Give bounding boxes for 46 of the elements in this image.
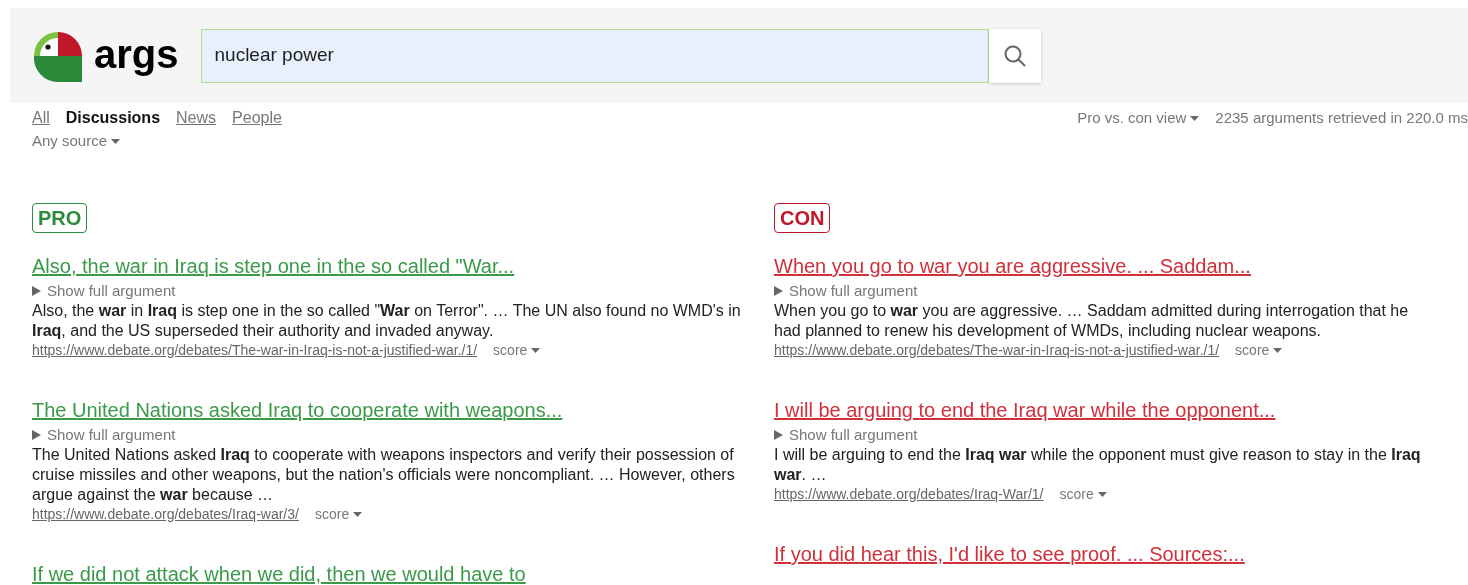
- caret-icon: [531, 347, 541, 353]
- argument-snippet: When you go to war you are aggressive. … Saddam admitted during interrogation that he had planned to renew his development of WMDs, including nuclear weapons.: [774, 301, 1410, 341]
- caret-icon: [111, 138, 121, 144]
- source-url-link[interactable]: https://www.debate.org/debates/The-war-in-Iraq-is-not-a-justified-war./1/: [32, 341, 478, 359]
- argument-title-link[interactable]: If we did not attack when we did, then we would have to: [32, 561, 526, 585]
- show-full-argument-toggle[interactable]: Show full argument: [774, 281, 918, 301]
- stance-badge: CON: [774, 203, 831, 233]
- triangle-right-icon: [774, 286, 783, 296]
- caret-icon: [1190, 115, 1200, 121]
- search-button[interactable]: [988, 28, 1041, 83]
- show-full-argument-toggle[interactable]: Show full argument: [774, 425, 918, 445]
- score-dropdown[interactable]: score: [1059, 485, 1107, 503]
- argument-title-link[interactable]: If you did hear this, I'd like to see proof. ... Sources:...: [774, 541, 1245, 567]
- nav-tab[interactable]: News: [176, 108, 217, 128]
- nav-tab[interactable]: All: [32, 108, 50, 128]
- show-full-argument-toggle[interactable]: Show full argument: [32, 281, 176, 301]
- nav-tab[interactable]: Discussions: [65, 108, 161, 128]
- nav-tab[interactable]: People: [232, 108, 282, 128]
- show-full-argument-toggle[interactable]: Show full argument: [32, 425, 176, 445]
- caret-icon: [353, 511, 363, 517]
- source-url-link[interactable]: https://www.debate.org/debates/Iraq-War/1/: [774, 485, 1044, 503]
- triangle-right-icon: [32, 430, 41, 440]
- source-url-link[interactable]: https://www.debate.org/debates/Iraq-war/3/: [32, 505, 299, 523]
- caret-icon: [1097, 491, 1107, 497]
- search-field[interactable]: nuclear power: [200, 28, 989, 83]
- parrot-logo-icon: [32, 29, 84, 82]
- argument-snippet: I will be arguing to end the Iraq war while the opponent must give reason to stay in the Iraq war. …: [774, 445, 1422, 485]
- triangle-right-icon: [32, 286, 41, 296]
- triangle-right-icon: [774, 430, 783, 440]
- logo-text: args: [94, 33, 179, 78]
- argument-title-link[interactable]: When you go to war you are aggressive. ... Saddam...: [774, 253, 1251, 279]
- results-stats: 2235 arguments retrieved in 220.0 ms: [1215, 108, 1468, 128]
- stance-badge: PRO: [32, 203, 88, 233]
- score-dropdown[interactable]: score: [1235, 341, 1283, 359]
- score-dropdown[interactable]: score: [314, 505, 363, 523]
- argument-title-link[interactable]: Also, the war in Iraq is step one in the so called "War...: [32, 253, 515, 279]
- argument-snippet: Also, the war in Iraq is step one in the so called "War on Terror". … The UN also found no WMD's in Iraq, and the US superseded their authority and invaded anyway.: [32, 301, 742, 341]
- source-url-link[interactable]: https://www.debate.org/debates/The-war-in-Iraq-is-not-a-justified-war./1/: [774, 341, 1220, 359]
- caret-icon: [1273, 347, 1283, 353]
- source-filter-dropdown[interactable]: Any source: [32, 131, 121, 151]
- view-mode-dropdown[interactable]: Pro vs. con view: [1077, 108, 1200, 128]
- search-icon: [1002, 43, 1027, 68]
- argument-title-link[interactable]: The United Nations asked Iraq to cooperate with weapons...: [32, 397, 563, 423]
- score-dropdown[interactable]: score: [493, 341, 541, 359]
- argument-title-link[interactable]: I will be arguing to end the Iraq war while the opponent...: [774, 397, 1276, 423]
- argument-snippet: The United Nations asked Iraq to cooperate with weapons inspectors and verify their possession of cruise missiles and other weapons, but the nation's officials were noncompliant. … However, others argue against the war because …: [32, 445, 736, 505]
